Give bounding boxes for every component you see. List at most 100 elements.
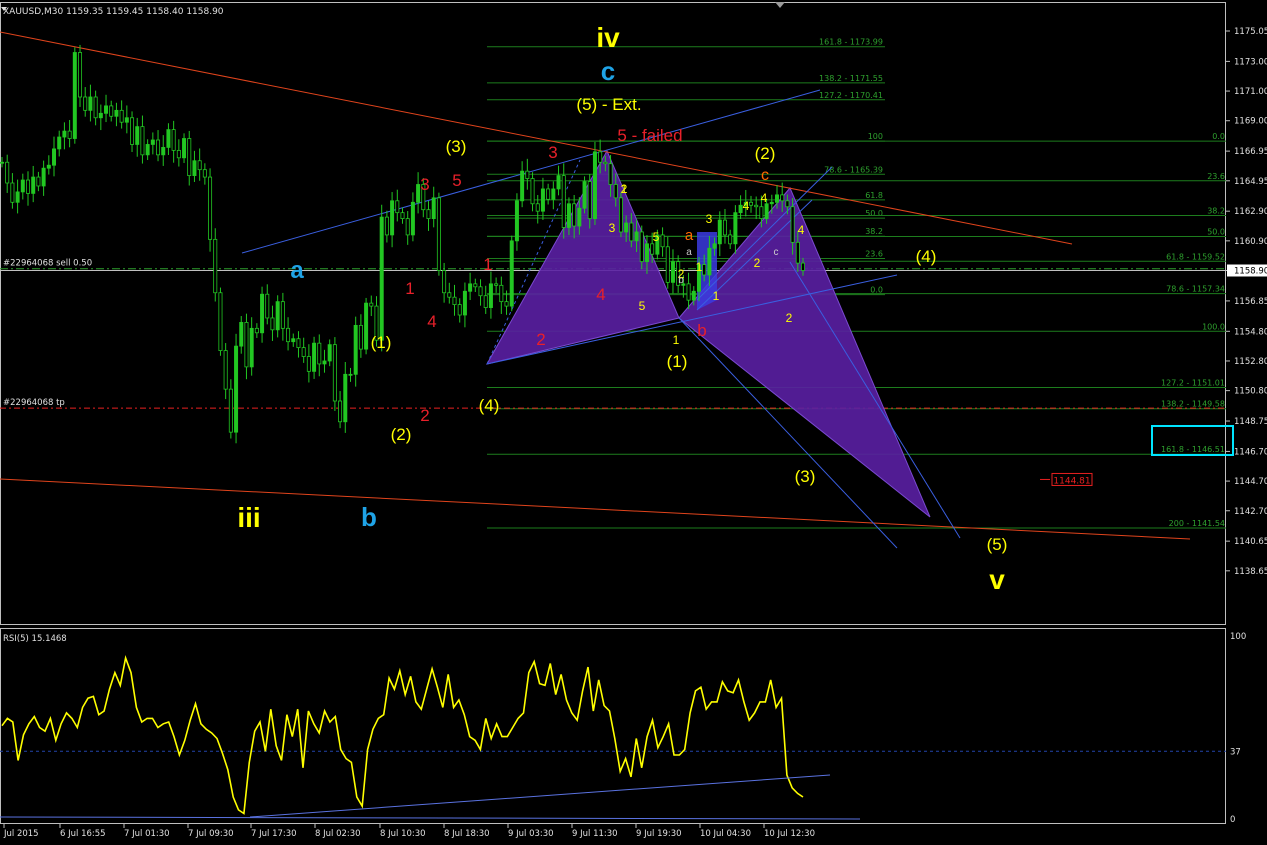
symbol-header: XAUUSD,M30 1159.35 1159.45 1158.40 1158.… <box>3 7 224 17</box>
candle-body <box>535 203 540 212</box>
candle-body <box>327 344 332 362</box>
candle <box>686 272 691 309</box>
candle-body <box>473 283 478 288</box>
candle-body <box>260 293 265 334</box>
current-price-label: 1158.90 <box>1234 267 1267 277</box>
candle-body <box>223 350 228 390</box>
candle-body <box>369 302 374 307</box>
candle-body <box>665 246 670 283</box>
time-tick-label: 10 Jul 04:30 <box>700 829 751 839</box>
candle <box>135 117 140 157</box>
rsi-tick-label: 100 <box>1230 632 1246 642</box>
candle <box>457 298 462 323</box>
candle-body <box>46 164 51 169</box>
rsi-trendline[interactable] <box>249 774 831 818</box>
price-tick-label: 1175.05 <box>1234 27 1267 37</box>
wave-label: iv <box>596 22 620 53</box>
time-tick-label: Jul 2015 <box>3 829 39 839</box>
candle <box>317 334 322 377</box>
candle-body <box>291 338 296 343</box>
wave-label: c <box>601 56 615 86</box>
candle-body <box>26 179 31 194</box>
candle-body <box>801 262 806 271</box>
candle-body <box>795 241 800 264</box>
candle <box>156 130 161 162</box>
time-tick-label: 10 Jul 12:30 <box>764 829 815 839</box>
wave-label: 1 <box>673 333 680 347</box>
time-tick-label: 9 Jul 11:30 <box>572 829 618 839</box>
wave-label: 5 <box>639 299 646 313</box>
candle <box>88 84 93 122</box>
price-tick-label: 1150.80 <box>1234 387 1267 397</box>
candle <box>343 362 348 433</box>
price-tick-label: 1160.90 <box>1234 237 1267 247</box>
candle <box>452 284 457 316</box>
time-tick-label: 7 Jul 09:30 <box>188 829 234 839</box>
candle <box>280 292 285 341</box>
candle-body <box>774 194 779 203</box>
candle <box>410 192 415 242</box>
candle <box>722 208 727 244</box>
candle <box>540 177 545 220</box>
candle <box>98 104 103 131</box>
candle-body <box>275 301 280 331</box>
candle-body <box>577 207 582 227</box>
resistance-trendline[interactable] <box>0 31 1073 245</box>
channel-upper-line[interactable] <box>241 89 821 254</box>
candle-body <box>187 138 192 176</box>
time-tick-label: 7 Jul 01:30 <box>124 829 170 839</box>
candle-body <box>78 52 83 98</box>
candle <box>166 123 171 155</box>
window-menu-arrow-icon[interactable] <box>775 2 785 8</box>
candle <box>176 139 181 167</box>
wave-label: b <box>361 502 377 532</box>
candle <box>234 333 239 444</box>
candle-body <box>728 234 733 245</box>
candle-body <box>234 345 239 433</box>
candle-body <box>140 126 145 156</box>
wave-label: 5 <box>653 230 660 244</box>
support-trendline[interactable] <box>0 478 1191 540</box>
wave-label: (5) <box>987 535 1008 554</box>
candle <box>379 204 384 352</box>
wave-label: (2) <box>755 144 776 163</box>
candle <box>124 105 129 134</box>
candle-body <box>634 231 639 242</box>
candle-body <box>36 176 41 187</box>
candle-body <box>572 203 577 227</box>
candle-body <box>603 161 608 165</box>
candle <box>426 200 431 231</box>
rsi-pane: RSI(5) 15.1468 100 37 0 <box>0 632 1246 825</box>
candle-body <box>686 283 691 301</box>
candle <box>218 287 223 356</box>
price-tick-label: 1140.65 <box>1234 537 1267 547</box>
candle-body <box>41 167 46 187</box>
trading-chart[interactable]: 1175.05 1173.00 1171.00 1169.00 1166.95 1164.… <box>0 0 1267 841</box>
candle <box>52 136 57 177</box>
candle-body <box>332 344 337 402</box>
price-tick-label: 1164.95 <box>1234 177 1267 187</box>
fib-label: 61.8 - 1159.52 <box>1166 252 1225 261</box>
candle-body <box>416 184 421 203</box>
fib-label: 200 - 1141.54 <box>1169 519 1225 528</box>
candle-body <box>384 216 389 236</box>
candle <box>78 44 83 107</box>
candle <box>525 158 530 190</box>
candle-body <box>618 197 623 233</box>
candle-body <box>379 216 384 341</box>
candle <box>145 139 150 161</box>
candle-body <box>660 234 665 248</box>
candle <box>109 100 114 122</box>
price-tick-label: 1171.00 <box>1234 87 1267 97</box>
candle <box>405 211 410 245</box>
candle <box>104 94 109 123</box>
candle-body <box>254 327 259 334</box>
candle-body <box>296 338 301 349</box>
wave-label: (2) <box>391 425 412 444</box>
candle <box>296 331 301 358</box>
candle-body <box>119 109 124 123</box>
wave-label: 4 <box>798 223 805 237</box>
time-tick-label: 6 Jul 16:55 <box>60 829 106 839</box>
candle-body <box>312 342 317 372</box>
chart-canvas[interactable]: 1175.05 1173.00 1171.00 1169.00 1166.95 1164.… <box>0 0 1267 841</box>
